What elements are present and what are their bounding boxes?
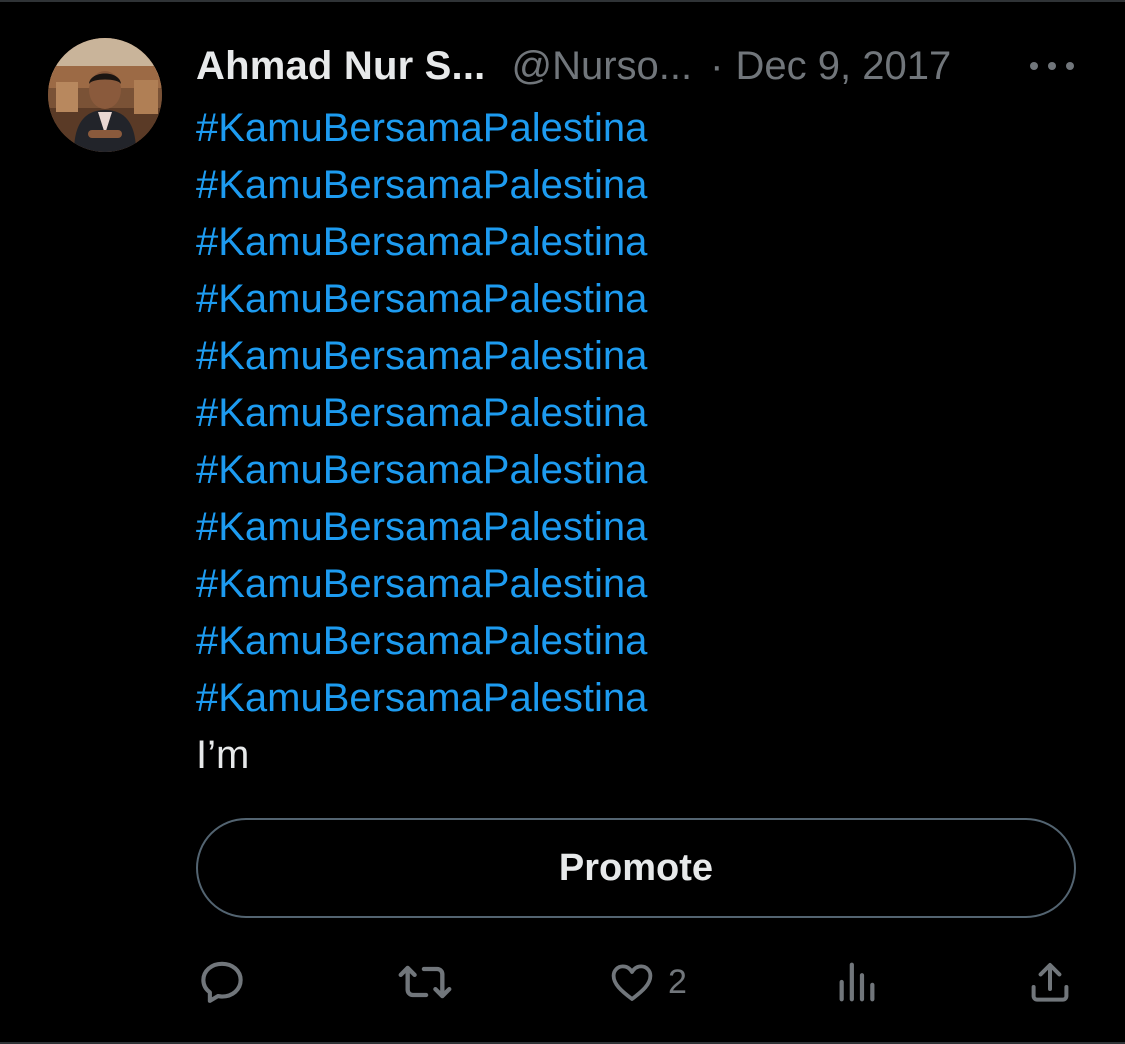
tweet-text: I’m — [196, 733, 250, 777]
hashtag-link[interactable]: #KamuBersamaPalestina — [196, 271, 896, 328]
share-button[interactable] — [1026, 952, 1074, 1012]
author-handle[interactable]: @Nurso... — [512, 44, 693, 89]
hashtag-link[interactable]: #KamuBersamaPalestina — [196, 499, 896, 556]
separator-dot: · — [710, 43, 724, 88]
tweet-card: Ahmad Nur S... @Nurso... · Dec 9, 2017 #… — [0, 0, 1125, 1044]
hashtag-link[interactable]: #KamuBersamaPalestina — [196, 442, 896, 499]
more-dot — [1048, 62, 1056, 70]
like-button[interactable]: 2 — [608, 952, 687, 1012]
tweet-header: Ahmad Nur S... @Nurso... · Dec 9, 2017 — [196, 38, 1085, 94]
hashtag-link[interactable]: #KamuBersamaPalestina — [196, 157, 896, 214]
tweet-date[interactable]: Dec 9, 2017 — [735, 44, 951, 89]
hashtag-link[interactable]: #KamuBersamaPalestina — [196, 613, 896, 670]
hashtag-link[interactable]: #KamuBersamaPalestina — [196, 214, 896, 271]
share-icon — [1031, 963, 1069, 1002]
tweet-body: #KamuBersamaPalestina #KamuBersamaPalest… — [196, 100, 896, 784]
avatar[interactable] — [48, 38, 162, 152]
reply-icon — [201, 961, 243, 1003]
views-button[interactable] — [834, 952, 880, 1012]
action-bar: 2 — [196, 952, 1076, 1012]
heart-icon — [611, 964, 653, 1001]
retweet-button[interactable] — [396, 952, 454, 1012]
analytics-icon — [839, 962, 875, 1002]
like-count: 2 — [668, 962, 687, 1001]
author-display-name[interactable]: Ahmad Nur S... — [196, 44, 486, 89]
more-dot — [1066, 62, 1074, 70]
hashtag-link[interactable]: #KamuBersamaPalestina — [196, 328, 896, 385]
hashtag-link[interactable]: #KamuBersamaPalestina — [196, 556, 896, 613]
hashtag-link[interactable]: #KamuBersamaPalestina — [196, 670, 896, 727]
more-dot — [1030, 62, 1038, 70]
reply-button[interactable] — [196, 952, 248, 1012]
hashtag-link[interactable]: #KamuBersamaPalestina — [196, 100, 896, 157]
more-dots-icon[interactable] — [1030, 52, 1074, 80]
retweet-icon — [398, 965, 452, 999]
hashtag-link[interactable]: #KamuBersamaPalestina — [196, 385, 896, 442]
promote-button[interactable]: Promote — [196, 818, 1076, 918]
avatar-photo — [48, 38, 162, 152]
